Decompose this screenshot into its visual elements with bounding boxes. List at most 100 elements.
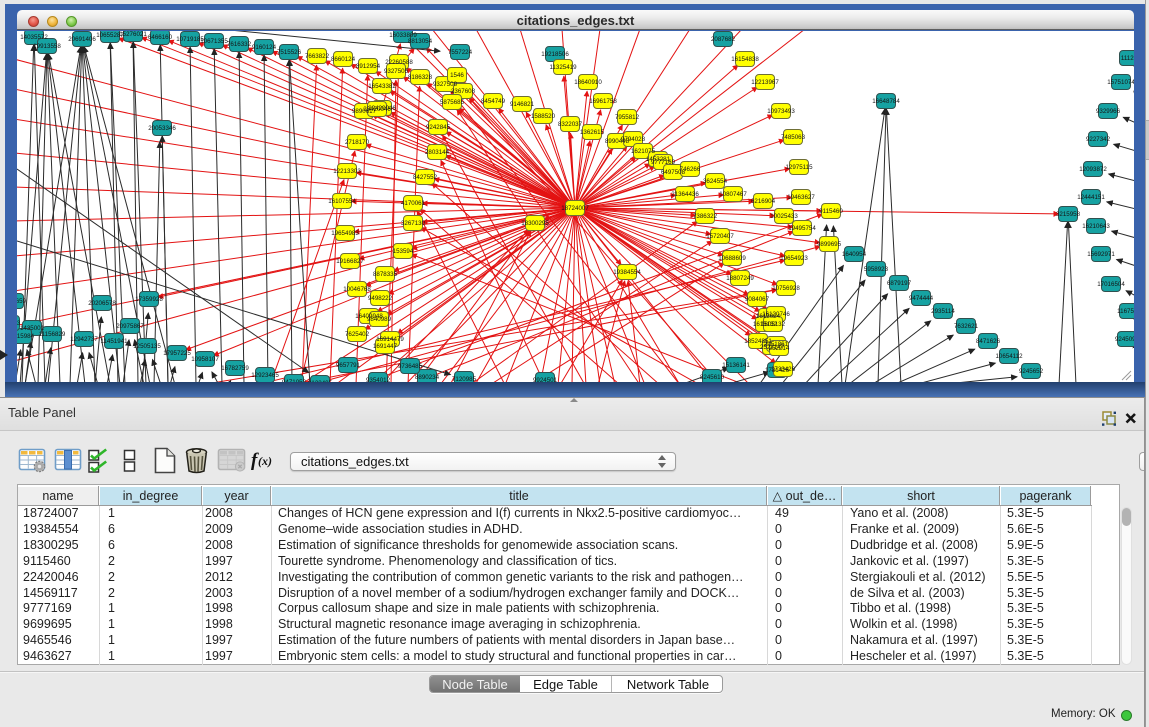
svg-text:7663822: 7663822 [305, 53, 330, 60]
svg-text:1621075: 1621075 [631, 148, 656, 155]
svg-text:9329966: 9329966 [1096, 108, 1121, 115]
svg-text:17359928: 17359928 [135, 296, 163, 303]
svg-text:8454749: 8454749 [481, 98, 506, 105]
svg-text:7515526: 7515526 [277, 49, 302, 56]
svg-text:12213967: 12213967 [751, 79, 779, 86]
svg-text:12093872: 12093872 [1079, 166, 1107, 173]
svg-text:19913558: 19913558 [33, 43, 61, 50]
svg-text:9657791: 9657791 [336, 362, 361, 369]
svg-text:8322037: 8322037 [558, 121, 583, 128]
svg-text:8427552: 8427552 [413, 174, 438, 181]
svg-text:9327505: 9327505 [384, 68, 409, 75]
svg-text:9777169: 9777169 [651, 159, 676, 166]
svg-text:8186328: 8186328 [408, 74, 433, 81]
svg-text:9084067: 9084067 [745, 296, 770, 303]
svg-text:12444151: 12444151 [1077, 194, 1105, 201]
svg-text:8878335: 8878335 [373, 271, 398, 278]
svg-text:10654112: 10654112 [995, 353, 1023, 360]
svg-text:9160124: 9160124 [252, 44, 277, 51]
svg-text:252214: 252214 [769, 345, 790, 352]
svg-text:19463627: 19463627 [787, 194, 815, 201]
svg-text:1167533: 1167533 [1117, 308, 1134, 315]
svg-text:9794028: 9794028 [621, 136, 646, 143]
svg-text:8245610: 8245610 [700, 374, 725, 381]
svg-text:9899695: 9899695 [817, 241, 842, 248]
svg-text:1362615: 1362615 [580, 129, 605, 136]
svg-text:9327508: 9327508 [433, 81, 458, 88]
svg-text:9474444: 9474444 [909, 295, 934, 302]
svg-text:2620659: 2620659 [17, 298, 27, 305]
svg-text:10671355: 10671355 [200, 38, 228, 45]
svg-text:20053346: 20053346 [148, 125, 176, 132]
svg-text:12975115: 12975115 [785, 164, 813, 171]
svg-text:12923465: 12923465 [251, 372, 279, 379]
svg-text:931503: 931503 [17, 320, 21, 327]
svg-text:11451941: 11451941 [100, 338, 128, 345]
svg-text:1640954: 1640954 [842, 251, 867, 258]
svg-text:11325419: 11325419 [549, 64, 577, 71]
svg-text:12942737: 12942737 [70, 336, 98, 343]
svg-text:10807467: 10807467 [719, 191, 747, 198]
svg-text:1691447: 1691447 [373, 343, 398, 350]
svg-text:21364436: 21364436 [671, 191, 699, 198]
svg-text:2803144: 2803144 [425, 149, 450, 156]
svg-text:9115460: 9115460 [819, 208, 843, 215]
svg-text:16782759: 16782759 [221, 365, 249, 372]
svg-text:9146821: 9146821 [510, 101, 535, 108]
svg-text:2087682: 2087682 [711, 36, 736, 43]
svg-text:9354012: 9354012 [366, 377, 391, 382]
svg-text:5958923: 5958923 [864, 266, 889, 273]
svg-text:153594: 153594 [393, 248, 414, 255]
svg-text:7485063: 7485063 [781, 134, 806, 141]
svg-text:8890234: 8890234 [415, 374, 440, 381]
svg-text:6466160: 6466160 [148, 34, 173, 41]
svg-text:7386322: 7386322 [693, 213, 718, 220]
svg-text:19654983: 19654983 [331, 230, 359, 237]
svg-text:10973493: 10973493 [767, 108, 795, 115]
svg-text:16648784: 16648784 [872, 98, 900, 105]
svg-text:20975867: 20975867 [116, 323, 144, 330]
svg-text:16961758: 16961758 [589, 98, 617, 105]
svg-text:15751074: 15751074 [1107, 79, 1134, 86]
svg-text:10756928: 10756928 [772, 285, 800, 292]
svg-text:22260588: 22260588 [385, 59, 413, 66]
svg-text:15276021: 15276021 [119, 31, 147, 38]
svg-text:8813054: 8813054 [408, 38, 433, 45]
svg-text:14035572: 14035572 [20, 34, 48, 41]
svg-text:16120746: 16120746 [762, 311, 790, 318]
svg-text:17957225: 17957225 [163, 350, 191, 357]
svg-text:19495754: 19495754 [788, 225, 816, 232]
svg-text:1605132: 1605132 [761, 321, 786, 328]
svg-text:23420046: 23420046 [363, 106, 391, 113]
svg-text:9227342: 9227342 [1086, 136, 1111, 143]
svg-text:8471626: 8471626 [976, 338, 1001, 345]
svg-text:9498222: 9498222 [368, 295, 393, 302]
svg-text:9242845: 9242845 [426, 124, 451, 131]
svg-text:6216904: 6216904 [751, 198, 776, 205]
svg-text:1733426: 1733426 [771, 366, 796, 373]
svg-text:3624554: 3624554 [703, 178, 728, 185]
svg-text:5875685: 5875685 [440, 99, 465, 106]
svg-text:11156829: 11156829 [39, 331, 66, 338]
svg-text:9736485: 9736485 [398, 363, 423, 370]
svg-text:11123: 11123 [1121, 55, 1134, 62]
svg-text:9471053: 9471053 [282, 379, 307, 382]
svg-text:9924501: 9924501 [533, 377, 558, 382]
svg-text:8660124: 8660124 [331, 56, 356, 63]
svg-text:3915984: 3915984 [17, 333, 35, 340]
svg-text:9840989: 9840989 [367, 316, 392, 323]
svg-text:1546: 1546 [450, 72, 464, 79]
svg-text:2367608: 2367608 [451, 88, 476, 95]
svg-text:15136141: 15136141 [722, 362, 750, 369]
svg-text:8912954: 8912954 [356, 63, 381, 70]
svg-text:3215958: 3215958 [1056, 211, 1081, 218]
svg-text:16210643: 16210643 [1082, 223, 1110, 230]
svg-text:(x): (x) [258, 454, 272, 468]
svg-text:7625402: 7625402 [345, 331, 370, 338]
svg-text:7616332: 7616332 [227, 41, 252, 48]
svg-text:7557224: 7557224 [448, 49, 473, 56]
svg-text:9245093: 9245093 [1115, 336, 1134, 343]
svg-text:8123405: 8123405 [308, 380, 333, 382]
svg-text:2718170: 2718170 [345, 139, 370, 146]
svg-text:19384554: 19384554 [613, 269, 641, 276]
